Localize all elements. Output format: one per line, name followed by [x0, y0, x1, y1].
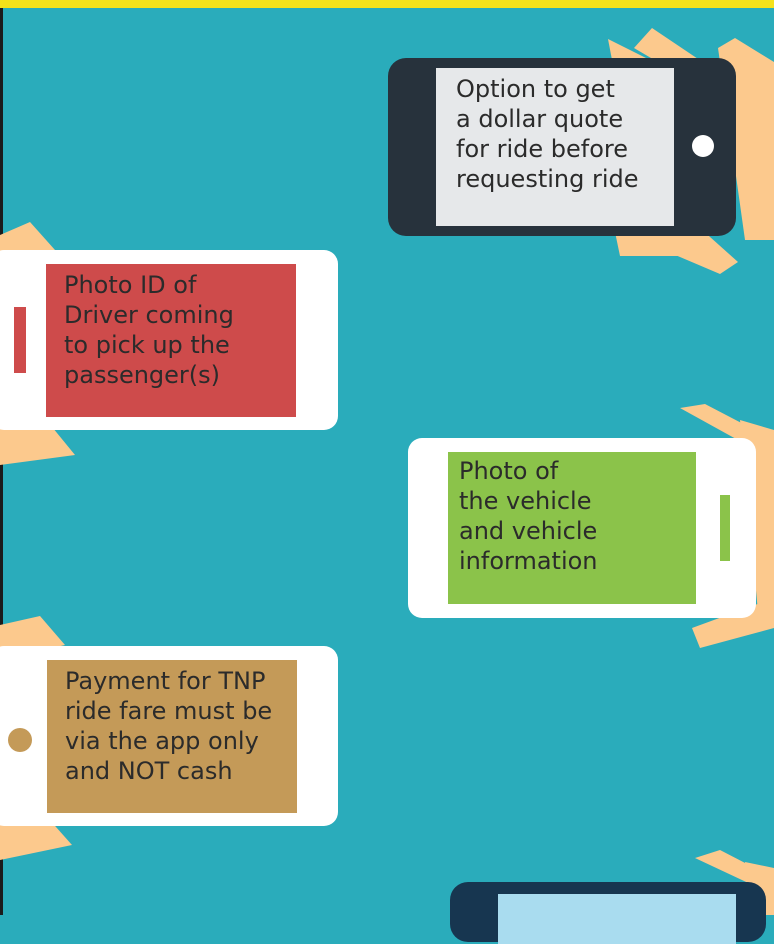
- card-text-line: and NOT cash: [65, 757, 233, 785]
- card-text-line: the vehicle: [459, 487, 592, 515]
- phone-card-ride-quote: Option to get a dollar quote for ride be…: [388, 58, 736, 236]
- card-text-line: Photo ID of: [64, 271, 197, 299]
- phone-screen: Photo ID of Driver coming to pick up the…: [46, 264, 296, 417]
- card-text-line: passenger(s): [64, 361, 221, 389]
- phone-screen: Payment for TNP ride fare must be via th…: [47, 660, 297, 813]
- phone-screen: [498, 894, 736, 944]
- card-text-line: via the app only: [65, 727, 259, 755]
- home-button-icon: [8, 728, 32, 752]
- card-text-line: to pick up the: [64, 331, 230, 359]
- card-text-line: ride fare must be: [65, 697, 273, 725]
- phone-screen: Photo of the vehicle and vehicle informa…: [448, 452, 696, 604]
- card-text-line: Driver coming: [64, 301, 234, 329]
- card-text-line: Option to get: [456, 75, 615, 103]
- phone-screen: Option to get a dollar quote for ride be…: [436, 68, 674, 226]
- card-text-line: Payment for TNP: [65, 667, 266, 695]
- card-text-line: for ride before: [456, 135, 629, 163]
- card-text-line: information: [459, 547, 598, 575]
- phone-card-vehicle-photo: Photo of the vehicle and vehicle informa…: [408, 438, 756, 618]
- side-bar-indicator: [14, 307, 26, 373]
- phone-card-payment-via-app: Payment for TNP ride fare must be via th…: [0, 646, 338, 826]
- side-bar-indicator: [720, 495, 730, 561]
- phone-card-bottom-partial: [450, 882, 766, 944]
- card-text-line: Photo of: [459, 457, 559, 485]
- phone-card-driver-photo-id: Photo ID of Driver coming to pick up the…: [0, 250, 338, 430]
- card-text-line: requesting ride: [456, 165, 639, 193]
- home-button-icon: [692, 135, 714, 157]
- card-text-line: a dollar quote: [456, 105, 624, 133]
- card-text-line: and vehicle: [459, 517, 598, 545]
